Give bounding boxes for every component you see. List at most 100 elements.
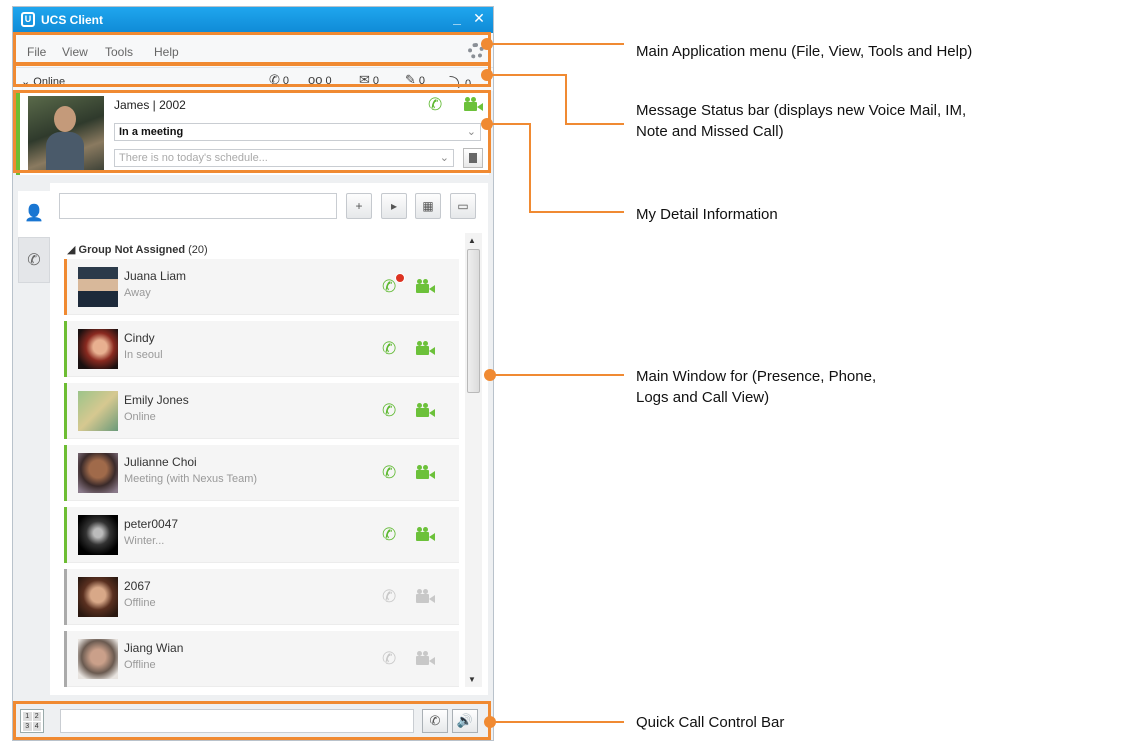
avatar [78, 639, 118, 679]
my-name: James | 2002 [114, 98, 186, 112]
group-header[interactable]: ◢ Group Not Assigned (20) [67, 243, 208, 256]
missed-counter[interactable]: ⤵ 0 [449, 72, 471, 90]
contact-name: Julianne Choi [124, 455, 197, 469]
callout-line [491, 123, 531, 125]
contact-row[interactable]: Juana Liam Away ✆ [64, 259, 459, 315]
video-call-icon[interactable] [416, 589, 435, 603]
call-button[interactable]: ✆ [422, 709, 448, 733]
callout-line [494, 721, 624, 723]
status-message-field[interactable]: In a meeting ⌄ [114, 123, 481, 141]
presence-bar [64, 259, 67, 315]
callout-line [491, 74, 567, 76]
presence-bar [64, 569, 67, 625]
contact-status: Away [124, 287, 151, 299]
chevron-down-icon: ⌄ [21, 76, 31, 88]
video-call-icon[interactable] [464, 97, 483, 111]
callout-line [565, 123, 624, 125]
callout-line [494, 374, 624, 376]
menu-view[interactable]: View [62, 45, 88, 59]
avatar [78, 391, 118, 431]
quick-call-control-bar: 1 2 3 4 ✆ 🔊 [16, 703, 489, 737]
phone-icon[interactable]: ✆ [382, 339, 396, 359]
avatar [78, 453, 118, 493]
chevron-down-icon[interactable]: ⌄ [467, 125, 476, 138]
voicemail-icon: oo [308, 72, 323, 87]
quick-dial-input[interactable] [60, 709, 414, 733]
speaker-button[interactable]: 🔊 [452, 709, 478, 733]
my-detail-panel: James | 2002 ✆ In a meeting ⌄ There is n… [16, 93, 489, 175]
view-mode-button[interactable]: ▦ [415, 193, 441, 219]
menu-tools[interactable]: Tools [105, 45, 133, 59]
missed-call-counter[interactable]: ✆ 0 [269, 72, 289, 88]
add-person-icon: + [355, 199, 363, 213]
contact-status: Offline [124, 597, 156, 609]
phone-icon[interactable]: ✆ [382, 649, 396, 669]
phone-icon[interactable]: ✆ [382, 463, 396, 483]
title-bar[interactable]: U UCS Client _ ✕ [13, 7, 493, 33]
tab-presence[interactable]: 👤 [18, 191, 50, 237]
presence-bar [64, 507, 67, 563]
add-group-button[interactable]: ▸ [381, 193, 407, 219]
voicemail-counter[interactable]: oo 0 [308, 72, 332, 88]
presence-bar [64, 321, 67, 377]
menu-file[interactable]: File [27, 45, 46, 59]
phone-busy-icon[interactable]: ✆ [382, 277, 396, 297]
contact-name: 2067 [124, 579, 151, 593]
menu-help[interactable]: Help [154, 45, 179, 59]
callout-line [529, 211, 624, 213]
phone-icon: ✆ [429, 713, 441, 728]
scroll-thumb[interactable] [467, 249, 480, 393]
video-call-icon[interactable] [416, 527, 435, 541]
chevron-down-icon[interactable]: ⌄ [440, 151, 449, 164]
avatar [78, 577, 118, 617]
note-icon: ✎ [405, 72, 416, 87]
video-call-icon[interactable] [416, 279, 435, 293]
presence-bar [64, 383, 67, 439]
contact-status: Meeting (with Nexus Team) [124, 473, 258, 485]
contact-row[interactable]: Emily Jones Online ✆ [64, 383, 459, 439]
contact-row[interactable]: peter0047 Winter... ✆ [64, 507, 459, 563]
im-counter[interactable]: ✉ 0 [359, 72, 379, 88]
my-avatar[interactable] [28, 96, 104, 172]
avatar [78, 267, 118, 307]
video-call-icon[interactable] [416, 651, 435, 665]
video-call-icon[interactable] [416, 403, 435, 417]
contact-row[interactable]: Jiang Wian Offline ✆ [64, 631, 459, 687]
chat-bubble-icon: ▭ [457, 199, 469, 213]
calendar-button[interactable] [463, 148, 483, 168]
close-button[interactable]: ✕ [471, 10, 487, 27]
add-contact-button[interactable]: + [346, 193, 372, 219]
chat-button[interactable]: ▭ [450, 193, 476, 219]
dialpad-button[interactable]: 1 2 3 4 [20, 709, 44, 733]
contact-row[interactable]: Julianne Choi Meeting (with Nexus Team) … [64, 445, 459, 501]
presence-label: Online [33, 76, 66, 88]
tab-call-logs[interactable]: ✆ [18, 237, 50, 283]
contact-name: Jiang Wian [124, 641, 184, 655]
scroll-up-icon[interactable]: ▲ [468, 236, 476, 245]
callout-quick-label: Quick Call Control Bar [636, 714, 785, 731]
phone-icon[interactable]: ✆ [382, 401, 396, 421]
video-call-icon[interactable] [416, 341, 435, 355]
presence-bar [64, 631, 67, 687]
contact-row[interactable]: Cindy In seoul ✆ [64, 321, 459, 377]
scroll-down-icon[interactable]: ▼ [468, 675, 476, 684]
schedule-field[interactable]: There is no today's schedule... ⌄ [114, 149, 454, 167]
phone-icon[interactable]: ✆ [428, 95, 442, 115]
contact-name: Cindy [124, 331, 155, 345]
phone-icon[interactable]: ✆ [382, 525, 396, 545]
missed-call-icon: ✆ [269, 72, 280, 87]
contact-status: In seoul [124, 349, 163, 361]
presence-dropdown[interactable]: ⌄ Online [21, 75, 65, 88]
contact-row[interactable]: 2067 Offline ✆ [64, 569, 459, 625]
contact-name: Juana Liam [124, 269, 187, 283]
phone-icon[interactable]: ✆ [382, 587, 396, 607]
search-input[interactable] [59, 193, 337, 219]
video-call-icon[interactable] [416, 465, 435, 479]
note-counter[interactable]: ✎ 0 [405, 72, 425, 88]
contact-list-scrollbar[interactable]: ▲ ▼ [465, 233, 482, 687]
view-tab-rail: 👤 ✆ [16, 183, 51, 695]
contact-status: Offline [124, 659, 156, 671]
callout-detail-label: My Detail Information [636, 206, 778, 223]
minimize-button[interactable]: _ [449, 10, 465, 26]
main-window-pane: + ▸ ▦ ▭ ◢ Group Not Assigned (20) Juana … [50, 183, 488, 695]
